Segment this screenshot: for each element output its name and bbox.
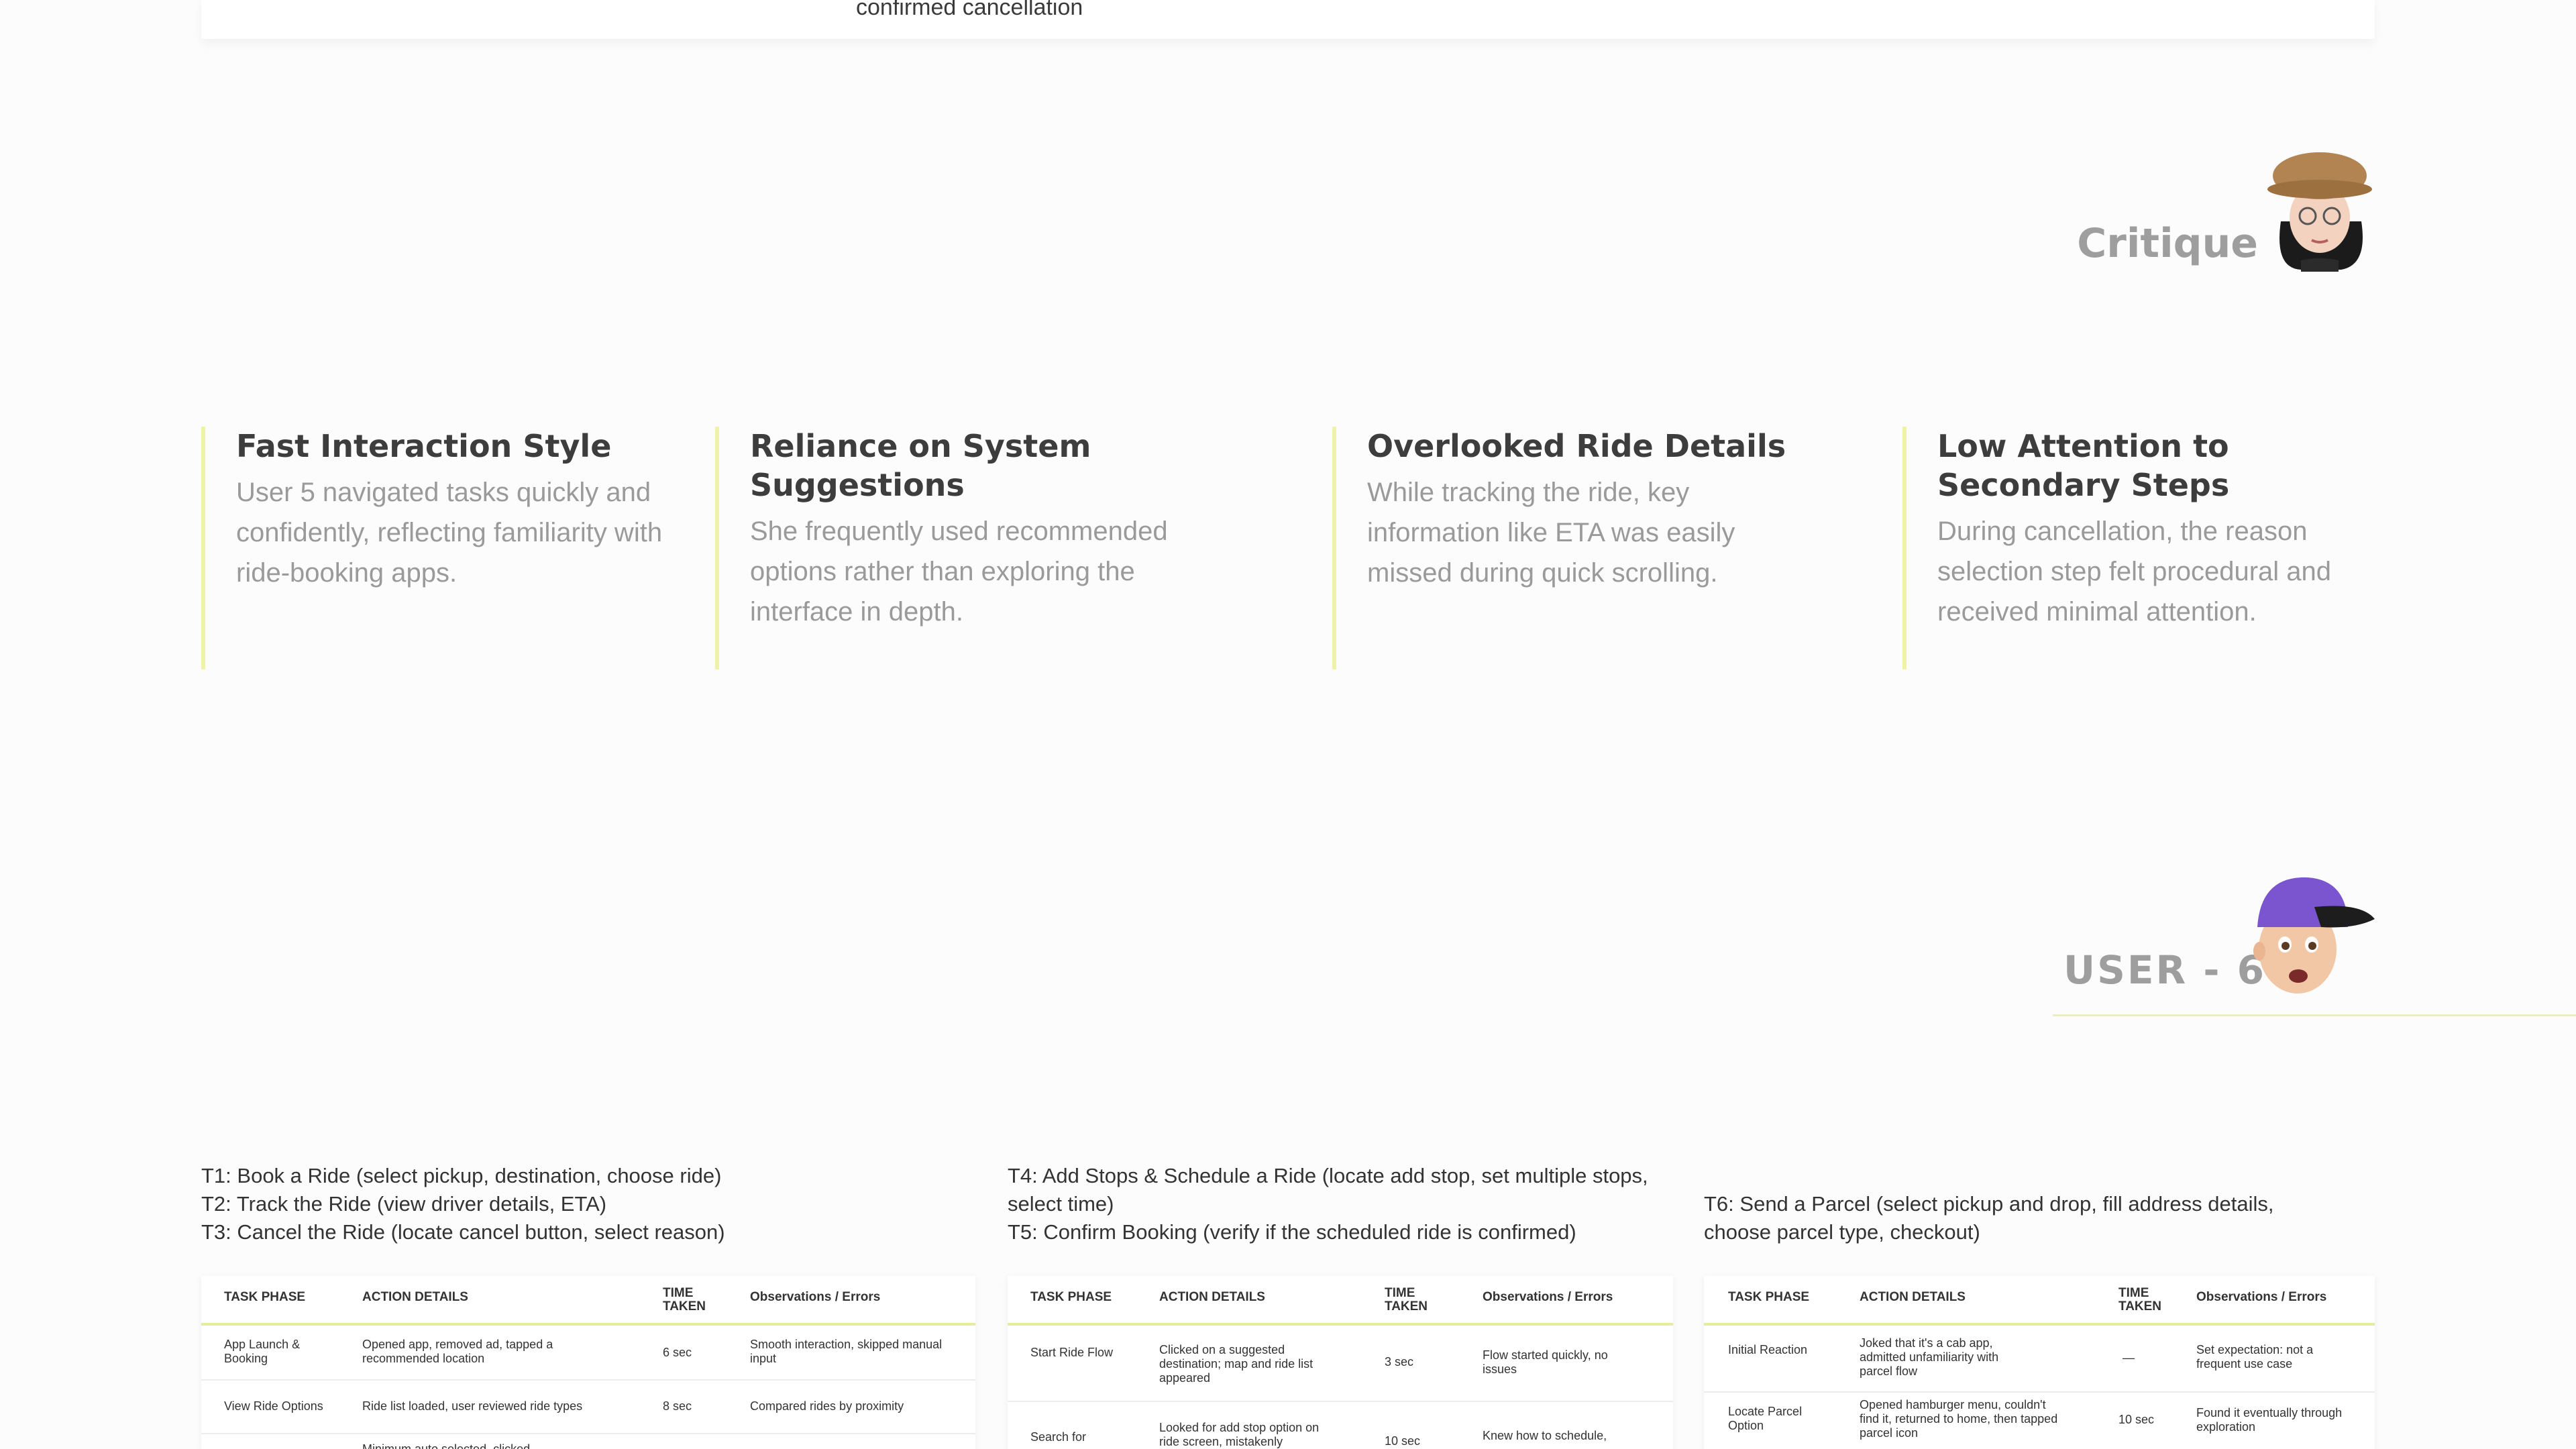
header-time-taken: TIME TAKEN	[663, 1286, 706, 1313]
observation-table-2: TASK PHASE ACTION DETAILS TIME TAKEN Obs…	[1008, 1276, 1673, 1449]
cell-action-details: Opened app, removed ad, tapped a recomme…	[362, 1338, 553, 1365]
observation-table-1: TASK PHASE ACTION DETAILS TIME TAKEN Obs…	[201, 1276, 975, 1449]
header-time-taken: TIME TAKEN	[1385, 1286, 1428, 1313]
cell-task-phase: Initial Reaction	[1728, 1343, 1808, 1356]
memoji-man-cap-icon	[2253, 877, 2375, 994]
header-task-phase: TASK PHASE	[224, 1290, 306, 1304]
insight-title: Low Attention to Secondary Steps	[1937, 428, 2230, 503]
cell-observation: Smooth interaction, skipped manual input	[750, 1338, 943, 1365]
cell-time: 6 sec	[663, 1346, 692, 1359]
cell-task-phase: App Launch & Booking	[224, 1338, 301, 1365]
cell-observation: Set expectation: not a frequent use case	[2196, 1343, 2314, 1371]
cell-action-details: Minimum auto selected, clicked	[362, 1442, 531, 1449]
previous-section-card: confirmed cancellation	[201, 0, 2375, 39]
cell-action-details: Clicked on a suggested destination; map …	[1159, 1343, 1313, 1385]
cell-task-phase: Locate Parcel Option	[1728, 1405, 1803, 1432]
insight-system-suggestions: Reliance on System Suggestions She frequ…	[715, 427, 1238, 669]
cell-observation: Compared rides by proximity	[750, 1399, 904, 1413]
table-header: TASK PHASE ACTION DETAILS TIME TAKEN Obs…	[1704, 1276, 2375, 1326]
insight-body: User 5 navigated tasks quickly and confi…	[236, 478, 663, 588]
header-task-phase: TASK PHASE	[1030, 1290, 1112, 1304]
previous-card-text: confirmed cancellation	[856, 0, 1083, 20]
insight-body: While tracking the ride, key information…	[1367, 478, 1735, 588]
table-row: Search for Looked for add stop option on…	[1008, 1402, 1673, 1449]
task-line: T3: Cancel the Ride (locate cancel butto…	[201, 1220, 725, 1244]
cell-task-phase: Start Ride Flow	[1030, 1346, 1114, 1359]
task-list-group-1: T1: Book a Ride (select pickup, destinat…	[201, 1162, 966, 1246]
cell-observation: Knew how to schedule,	[1483, 1429, 1607, 1442]
header-task-phase: TASK PHASE	[1728, 1290, 1810, 1304]
insight-title: Fast Interaction Style	[236, 428, 612, 464]
task-line: T2: Track the Ride (view driver details,…	[201, 1192, 607, 1216]
header-action-details: ACTION DETAILS	[362, 1290, 468, 1304]
task-line: T4: Add Stops & Schedule a Ride (locate …	[1008, 1164, 1654, 1216]
task-list-group-3: T6: Send a Parcel (select pickup and dro…	[1704, 1190, 2334, 1246]
cell-time: 3 sec	[1385, 1355, 1414, 1368]
table-row: View Ride Options Ride list loaded, user…	[201, 1381, 975, 1434]
critique-title: Critique	[2077, 220, 2258, 267]
cell-observation: Found it eventually through exploration	[2196, 1406, 2343, 1434]
cell-time: 8 sec	[663, 1399, 692, 1413]
header-observations: Observations / Errors	[2196, 1290, 2327, 1304]
task-line: T6: Send a Parcel (select pickup and dro…	[1704, 1192, 2280, 1244]
cell-task-phase: Search for	[1030, 1430, 1087, 1444]
task-line: T5: Confirm Booking (verify if the sched…	[1008, 1220, 1576, 1244]
table-row: App Launch & Booking Opened app, removed…	[201, 1326, 975, 1381]
table-row: Locate Parcel Option Opened hamburger me…	[1704, 1393, 2375, 1449]
insight-title: Reliance on System Suggestions	[750, 428, 1091, 503]
cell-time: 10 sec	[2118, 1413, 2155, 1426]
cell-action-details: Looked for add stop option on ride scree…	[1159, 1421, 1320, 1448]
header-observations: Observations / Errors	[750, 1290, 881, 1304]
insight-overlooked-details: Overlooked Ride Details While tracking t…	[1332, 427, 1802, 669]
insight-body: During cancellation, the reason selectio…	[1937, 517, 2332, 627]
cell-task-phase: View Ride Options	[224, 1399, 323, 1413]
cell-action-details: Opened hamburger menu, couldn't find it,…	[1860, 1398, 2058, 1440]
cell-observation: Flow started quickly, no issues	[1483, 1348, 1608, 1376]
table-row: Initial Reaction Joked that it's a cab a…	[1704, 1326, 2375, 1393]
table-header: TASK PHASE ACTION DETAILS TIME TAKEN Obs…	[1008, 1276, 1673, 1326]
header-observations: Observations / Errors	[1483, 1290, 1613, 1304]
memoji-woman-hat-icon	[2267, 152, 2372, 272]
table-row: Minimum auto selected, clicked	[201, 1434, 975, 1449]
insight-secondary-steps: Low Attention to Secondary Steps During …	[1902, 427, 2385, 669]
table-row: Start Ride Flow Clicked on a suggested d…	[1008, 1326, 1673, 1402]
insight-fast-interaction: Fast Interaction Style User 5 navigated …	[201, 427, 671, 669]
user-section-divider	[2053, 1014, 2576, 1016]
cell-time: 10 sec	[1385, 1434, 1421, 1448]
cell-action-details: Joked that it's a cab app, admitted unfa…	[1860, 1336, 1999, 1378]
table-header: TASK PHASE ACTION DETAILS TIME TAKEN Obs…	[201, 1276, 975, 1326]
observation-table-3: TASK PHASE ACTION DETAILS TIME TAKEN Obs…	[1704, 1276, 2375, 1449]
task-list-group-2: T4: Add Stops & Schedule a Ride (locate …	[1008, 1162, 1685, 1246]
insight-title: Overlooked Ride Details	[1367, 428, 1786, 464]
task-line: T1: Book a Ride (select pickup, destinat…	[201, 1164, 722, 1187]
insight-body: She frequently used recommended options …	[750, 517, 1168, 627]
cell-action-details: Ride list loaded, user reviewed ride typ…	[362, 1399, 583, 1413]
header-action-details: ACTION DETAILS	[1860, 1290, 1966, 1304]
cell-time: —	[2123, 1351, 2135, 1364]
header-action-details: ACTION DETAILS	[1159, 1290, 1265, 1304]
header-time-taken: TIME TAKEN	[2118, 1286, 2162, 1313]
